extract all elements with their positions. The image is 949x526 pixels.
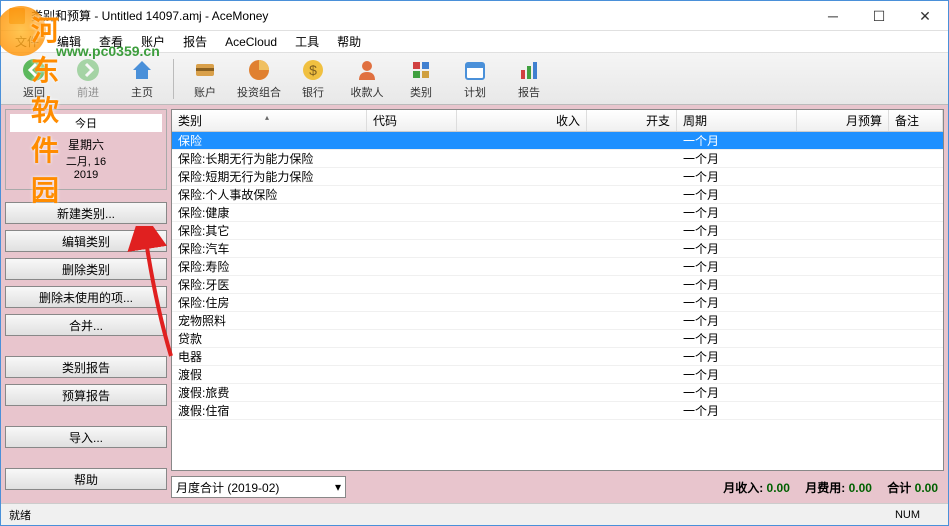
date-year: 2019 (10, 169, 162, 181)
sidebar-button-0[interactable]: 新建类别... (5, 202, 167, 224)
toolbar-report-button[interactable]: 报告 (504, 55, 554, 103)
toolbar-back-button[interactable]: 返回 (9, 55, 59, 103)
menu-4[interactable]: 报告 (175, 31, 215, 52)
month-select[interactable]: 月度合计 (2019-02) ▾ (171, 476, 346, 498)
window-title: 类别和预算 - Untitled 14097.amj - AceMoney (31, 7, 940, 24)
toolbar-home-button[interactable]: 主页 (117, 55, 167, 103)
sidebar-button-1[interactable]: 编辑类别 (5, 230, 167, 252)
table-row[interactable]: 保险:住房一个月 (172, 294, 943, 312)
table-row[interactable]: 渡假:住宿一个月 (172, 402, 943, 420)
app-icon (9, 8, 25, 24)
toolbar-schedule-button[interactable]: 计划 (450, 55, 500, 103)
table-row[interactable]: 保险:汽车一个月 (172, 240, 943, 258)
summary-bar: 月收入: 0.00 月费用: 0.00 合计 0.00 (354, 479, 944, 496)
menu-0[interactable]: 文件 (7, 31, 47, 52)
grid-body[interactable]: 保险一个月保险:长期无行为能力保险一个月保险:短期无行为能力保险一个月保险:个人… (172, 132, 943, 470)
sidebar-button-2[interactable]: 删除类别 (5, 258, 167, 280)
svg-text:$: $ (309, 62, 317, 78)
sidebar-button-11[interactable]: 帮助 (5, 468, 167, 490)
sidebar-button-4[interactable]: 合并... (5, 314, 167, 336)
menu-3[interactable]: 账户 (133, 31, 173, 52)
toolbar-forward-button: 前进 (63, 55, 113, 103)
sidebar: 今日 星期六 二月, 16 2019 新建类别... 编辑类别删除类别删除未使用的… (1, 105, 171, 503)
date-weekday: 星期六 (10, 136, 162, 153)
title-bar: 类别和预算 - Untitled 14097.amj - AceMoney ─ … (1, 1, 948, 31)
category-grid: 类别▴代码收入开支周期月预算备注 保险一个月保险:长期无行为能力保险一个月保险:… (171, 109, 944, 471)
date-month: 二月, 16 (10, 153, 162, 169)
column-header-c-period[interactable]: 周期 (677, 110, 797, 131)
table-row[interactable]: 保险:寿险一个月 (172, 258, 943, 276)
toolbar-payee-button[interactable]: 收款人 (342, 55, 392, 103)
chevron-down-icon: ▾ (335, 480, 341, 494)
status-bar: 就绪 NUM (1, 503, 948, 525)
menu-5[interactable]: AceCloud (217, 33, 285, 51)
column-header-c-budget[interactable]: 月预算 (797, 110, 889, 131)
table-row[interactable]: 电器一个月 (172, 348, 943, 366)
table-row[interactable]: 贷款一个月 (172, 330, 943, 348)
column-header-c-expense[interactable]: 开支 (587, 110, 677, 131)
table-row[interactable]: 保险:短期无行为能力保险一个月 (172, 168, 943, 186)
toolbar: 返回前进主页账户投资组合$银行收款人类别计划报告 (1, 53, 948, 105)
table-row[interactable]: 保险:其它一个月 (172, 222, 943, 240)
toolbar-category-button[interactable]: 类别 (396, 55, 446, 103)
table-row[interactable]: 保险:牙医一个月 (172, 276, 943, 294)
status-num: NUM (875, 509, 940, 521)
table-row[interactable]: 保险:个人事故保险一个月 (172, 186, 943, 204)
column-header-c-note[interactable]: 备注 (889, 110, 943, 131)
toolbar-bank-button[interactable]: $银行 (288, 55, 338, 103)
menu-1[interactable]: 编辑 (49, 31, 89, 52)
table-row[interactable]: 保险一个月 (172, 132, 943, 150)
table-row[interactable]: 保险:健康一个月 (172, 204, 943, 222)
toolbar-portfolio-button[interactable]: 投资组合 (234, 55, 284, 103)
table-row[interactable]: 保险:长期无行为能力保险一个月 (172, 150, 943, 168)
minimize-button[interactable]: ─ (810, 1, 856, 31)
table-row[interactable]: 渡假一个月 (172, 366, 943, 384)
table-row[interactable]: 渡假:旅费一个月 (172, 384, 943, 402)
close-button[interactable]: ✕ (902, 1, 948, 31)
column-header-c-income[interactable]: 收入 (457, 110, 587, 131)
sidebar-button-9[interactable]: 导入... (5, 426, 167, 448)
menu-6[interactable]: 工具 (287, 31, 327, 52)
column-header-c-code[interactable]: 代码 (367, 110, 457, 131)
date-header: 今日 (10, 114, 162, 132)
maximize-button[interactable]: ☐ (856, 1, 902, 31)
sidebar-button-7[interactable]: 预算报告 (5, 384, 167, 406)
table-row[interactable]: 宠物照料一个月 (172, 312, 943, 330)
column-header-c-cat[interactable]: 类别▴ (172, 110, 367, 131)
grid-header: 类别▴代码收入开支周期月预算备注 (172, 110, 943, 132)
menu-bar: 文件编辑查看账户报告AceCloud工具帮助 (1, 31, 948, 53)
sidebar-button-3[interactable]: 删除未使用的项... (5, 286, 167, 308)
menu-2[interactable]: 查看 (91, 31, 131, 52)
toolbar-accounts-button[interactable]: 账户 (180, 55, 230, 103)
status-text: 就绪 (9, 507, 875, 523)
date-panel: 今日 星期六 二月, 16 2019 (5, 109, 167, 190)
menu-7[interactable]: 帮助 (329, 31, 369, 52)
sidebar-button-6[interactable]: 类别报告 (5, 356, 167, 378)
